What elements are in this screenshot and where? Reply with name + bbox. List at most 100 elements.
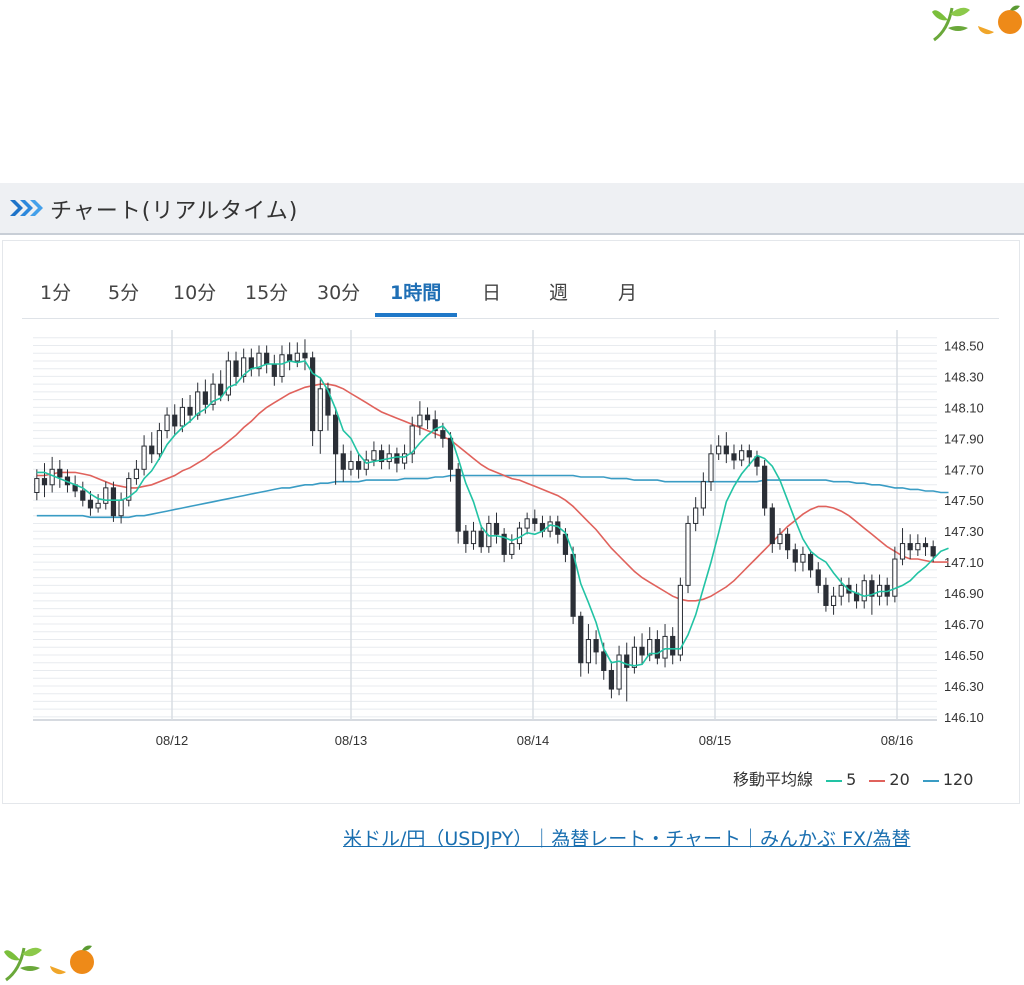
tab-15min[interactable]: 15分 [245, 278, 288, 305]
candle-body [700, 481, 706, 509]
candle-body [585, 639, 592, 664]
tab-5min[interactable]: 5分 [108, 278, 139, 305]
candle-body [493, 522, 500, 535]
legend-label-ma120: 120 [942, 770, 974, 789]
candle-body [654, 639, 660, 659]
candle-body [218, 383, 224, 396]
y-tick-label: 148.50 [944, 338, 984, 353]
interval-tabs: 1分 5分 10分 15分 30分 1時間 日 週 月 [22, 268, 999, 319]
candle-body [156, 430, 163, 455]
legend-swatch-ma5 [826, 779, 843, 782]
candle-body [348, 461, 354, 470]
candle-body [762, 465, 768, 509]
candle-body [87, 499, 94, 509]
candle-body [662, 635, 668, 659]
candle-body [907, 543, 913, 551]
candle-body [930, 546, 936, 557]
candle-body [647, 639, 653, 656]
source-link[interactable]: 米ドル/円（USDJPY）｜為替レート・チャート｜みんかぶ FX/為替 [343, 824, 910, 851]
candle-body [440, 430, 446, 439]
y-tick-label: 147.70 [944, 462, 984, 477]
candle-body [103, 487, 109, 504]
tab-week[interactable]: 週 [549, 278, 568, 305]
candle-body [785, 533, 791, 551]
candle-body [141, 445, 147, 470]
candle-body [302, 352, 308, 359]
x-tick-label: 08/16 [881, 733, 914, 748]
active-tab-indicator [375, 313, 457, 317]
candle-body [172, 414, 178, 427]
candle-body [294, 352, 300, 362]
candle-body [95, 502, 101, 509]
candle-body [769, 507, 775, 545]
candle-body [49, 468, 55, 486]
tab-day[interactable]: 日 [482, 278, 501, 305]
candle-body [340, 453, 346, 470]
candle-body [616, 654, 622, 690]
tab-month[interactable]: 月 [618, 278, 637, 305]
candle-body [34, 478, 40, 494]
tab-1min[interactable]: 1分 [40, 278, 71, 305]
candle-body [708, 453, 714, 483]
y-tick-label: 146.30 [944, 679, 984, 694]
candle-body [133, 468, 140, 480]
candle-body [570, 553, 576, 617]
x-tick-label: 08/13 [335, 733, 368, 748]
candle-body [447, 437, 454, 470]
candle-body [777, 533, 783, 545]
candle-body [624, 654, 630, 668]
x-tick-label: 08/14 [517, 733, 550, 748]
candle-body [593, 639, 599, 653]
candle-body [287, 354, 293, 362]
ma5-line [36, 360, 949, 667]
candle-body [800, 553, 806, 563]
candle-body [693, 507, 699, 524]
candle-body [164, 414, 170, 432]
ma120-line [36, 474, 949, 519]
candle-body [861, 580, 867, 602]
candle-body [478, 530, 484, 548]
candle-body [838, 584, 844, 597]
candle-body [823, 584, 829, 606]
candle-body [639, 646, 645, 656]
y-tick-label: 146.70 [944, 617, 984, 632]
candle-body [371, 450, 377, 461]
candle-body [892, 558, 898, 597]
candle-body [455, 468, 461, 532]
legend-label-ma20: 20 [889, 770, 910, 789]
candle-body [830, 595, 837, 606]
candle-body [899, 543, 906, 560]
candle-body [394, 453, 400, 464]
chart-legend: 移動平均線 5 20 120 [733, 766, 973, 790]
candle-body [110, 487, 117, 517]
candle-body [264, 352, 270, 365]
legend-swatch-ma120 [922, 779, 939, 782]
y-tick-label: 146.10 [944, 710, 984, 725]
candle-body [57, 468, 63, 478]
x-tick-label: 08/12 [156, 733, 189, 748]
tab-1hour[interactable]: 1時間 [390, 278, 441, 305]
tab-10min[interactable]: 10分 [173, 278, 216, 305]
candle-body [601, 651, 607, 671]
x-tick-label: 08/15 [699, 733, 732, 748]
candle-body [202, 391, 208, 405]
price-chart: 146.10 146.30 146.50 146.70 146.90 147.10 147.… [33, 330, 984, 748]
tab-30min[interactable]: 30分 [317, 278, 360, 305]
candle-body [417, 414, 423, 427]
candle-body [631, 646, 637, 668]
candle-body [739, 450, 745, 461]
candle-body [670, 635, 676, 656]
candle-body [80, 490, 86, 501]
candle-body [509, 543, 515, 555]
leaf-and-orange-icon [4, 945, 94, 982]
candle-body [463, 530, 469, 545]
candle-body [310, 357, 316, 432]
candle-body [179, 406, 185, 427]
y-tick-label: 147.90 [944, 431, 984, 446]
candle-body [815, 569, 821, 586]
legend-title: 移動平均線 [733, 770, 814, 789]
candle-body [731, 453, 737, 461]
candle-body [41, 478, 48, 486]
candle-body [608, 669, 615, 690]
candle-body [424, 414, 431, 421]
